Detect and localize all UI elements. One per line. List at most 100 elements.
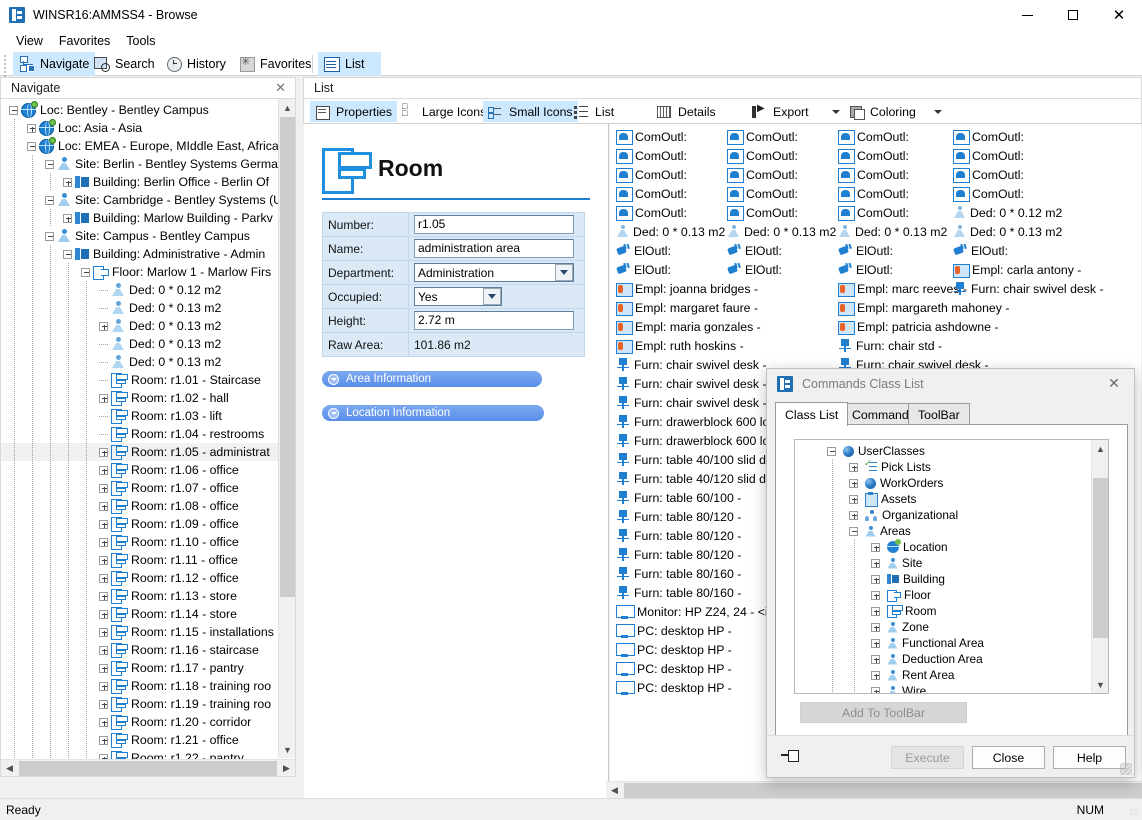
expand-toggle[interactable] — [99, 663, 108, 673]
list-item[interactable]: ComOutl: — [727, 184, 836, 203]
expand-toggle[interactable] — [849, 510, 858, 520]
expand-toggle[interactable] — [849, 478, 858, 488]
list-item[interactable]: ComOutl: — [953, 127, 1104, 146]
expand-toggle[interactable] — [871, 574, 880, 584]
collapse-toggle[interactable] — [45, 159, 54, 169]
tree-item[interactable]: Room: r1.09 - office — [1, 515, 291, 533]
list-item[interactable]: Empl: joanna bridges - — [616, 279, 780, 298]
scroll-right-arrow[interactable]: ▶ — [278, 760, 295, 776]
scroll-thumb[interactable] — [280, 117, 295, 597]
list-item[interactable]: ElOutl: — [727, 260, 836, 279]
number-input[interactable]: r1.05 — [414, 215, 574, 234]
collapse-toggle[interactable] — [45, 195, 54, 205]
tree-item[interactable]: Room: r1.02 - hall — [1, 389, 291, 407]
list-item[interactable]: Furn: table 40/100 slid doo — [616, 450, 780, 469]
expand-toggle[interactable] — [871, 606, 880, 616]
expand-toggle[interactable] — [99, 501, 108, 511]
expand-toggle[interactable] — [871, 622, 880, 632]
expand-toggle[interactable] — [99, 537, 108, 547]
tree-item[interactable]: Ded: 0 * 0.13 m2 — [1, 317, 291, 335]
expand-toggle[interactable] — [871, 654, 880, 664]
list-item[interactable]: Furn: table 80/120 - — [616, 526, 780, 545]
tree-item[interactable]: Room: r1.08 - office — [1, 497, 291, 515]
list-item[interactable]: Empl: margareth mahoney - — [838, 298, 1009, 317]
tree-item[interactable]: Room: r1.17 - pantry — [1, 659, 291, 677]
expand-toggle[interactable] — [871, 558, 880, 568]
list-item[interactable]: ComOutl: — [953, 146, 1104, 165]
resize-grip[interactable] — [1120, 763, 1132, 775]
expand-toggle[interactable] — [99, 393, 108, 403]
chevron-down-icon[interactable] — [483, 288, 501, 305]
expand-toggle[interactable] — [99, 321, 108, 331]
class-tree-item[interactable]: Wire — [797, 683, 984, 693]
class-tree-item[interactable]: UserClasses — [797, 443, 984, 459]
expand-toggle[interactable] — [99, 717, 108, 727]
class-tree-item[interactable]: Organizational — [797, 507, 984, 523]
occupied-select[interactable]: Yes — [414, 287, 502, 306]
button-export[interactable]: Export — [747, 101, 814, 122]
list-item[interactable]: ComOutl: — [727, 146, 836, 165]
class-tree-vscrollbar[interactable]: ▲ ▼ — [1091, 440, 1108, 693]
list-item[interactable]: ComOutl: — [727, 203, 836, 222]
section-location-information[interactable]: Location Information — [322, 405, 544, 421]
chevron-down-icon[interactable] — [555, 264, 573, 281]
button-small-icons[interactable]: Small Icons — [483, 101, 578, 122]
tree-item[interactable]: Ded: 0 * 0.13 m2 — [1, 335, 291, 353]
list-item[interactable]: Furn: drawerblock 600 low — [616, 412, 780, 431]
tab-favorites[interactable]: Favorites — [233, 52, 317, 76]
collapse-toggle[interactable] — [849, 526, 858, 536]
tree-item[interactable]: Floor: Marlow 1 - Marlow Firs — [1, 263, 291, 281]
expand-toggle[interactable] — [99, 483, 108, 493]
expand-toggle[interactable] — [99, 627, 108, 637]
list-item[interactable]: Empl: margaret faure - — [616, 298, 780, 317]
list-item[interactable]: Furn: chair std - — [838, 336, 1009, 355]
list-item[interactable]: Furn: chair swivel desk - — [616, 374, 780, 393]
height-input[interactable]: 2.72 m — [414, 311, 574, 330]
class-tree-item[interactable]: Location — [797, 539, 984, 555]
expand-toggle[interactable] — [99, 681, 108, 691]
tree-item[interactable]: Room: r1.10 - office — [1, 533, 291, 551]
list-item[interactable]: PC: desktop HP - — [616, 678, 780, 697]
expand-toggle[interactable] — [871, 638, 880, 648]
tree-item[interactable]: Building: Administrative - Admin — [1, 245, 291, 263]
tree-item[interactable]: Site: Campus - Bentley Campus — [1, 227, 291, 245]
add-to-toolbar-button[interactable]: Add To ToolBar — [800, 702, 967, 723]
class-tree-item[interactable]: Assets — [797, 491, 984, 507]
class-tree-item[interactable]: Room — [797, 603, 984, 619]
list-item[interactable]: PC: desktop HP - — [616, 659, 780, 678]
class-tree-item[interactable]: Building — [797, 571, 984, 587]
tree-item[interactable]: Room: r1.03 - lift — [1, 407, 291, 425]
tree-item[interactable]: Room: r1.16 - staircase — [1, 641, 291, 659]
navigate-tree[interactable]: Loc: Bentley - Bentley Campus Loc: Asia -… — [0, 99, 296, 777]
scroll-left-arrow[interactable]: ◀ — [606, 782, 623, 799]
list-item[interactable]: Furn: table 80/120 - — [616, 507, 780, 526]
tab-list[interactable]: List — [318, 52, 381, 76]
tree-item[interactable]: Room: r1.05 - administrat — [1, 443, 291, 461]
tree-item[interactable]: Building: Marlow Building - Parkv — [1, 209, 291, 227]
minimize-button[interactable] — [1004, 0, 1050, 30]
expand-toggle[interactable] — [849, 462, 858, 472]
list-item[interactable]: Monitor: HP Z24, 24 - <in — [616, 602, 780, 621]
button-properties[interactable]: Properties — [310, 101, 398, 122]
class-tree-item[interactable]: Site — [797, 555, 984, 571]
expand-toggle[interactable] — [99, 519, 108, 529]
expand-toggle[interactable] — [99, 555, 108, 565]
list-item[interactable]: Furn: table 80/160 - — [616, 583, 780, 602]
list-item[interactable]: ElOutl: — [953, 241, 1104, 260]
window-resize-grip[interactable] — [1129, 807, 1139, 817]
collapse-toggle[interactable] — [63, 249, 72, 259]
tree-item[interactable]: Room: r1.07 - office — [1, 479, 291, 497]
list-item[interactable]: Furn: drawerblock 600 low — [616, 431, 780, 450]
button-coloring[interactable]: Coloring — [844, 101, 921, 122]
class-tree-item[interactable]: Deduction Area — [797, 651, 984, 667]
close-icon[interactable]: ✕ — [272, 80, 289, 96]
collapse-toggle[interactable] — [81, 267, 90, 277]
expand-toggle[interactable] — [99, 645, 108, 655]
scroll-down-arrow[interactable]: ▼ — [279, 741, 295, 758]
close-button[interactable]: ✕ — [1096, 0, 1142, 30]
list-item[interactable]: Furn: table 60/100 - — [616, 488, 780, 507]
tree-item[interactable]: Room: r1.13 - store — [1, 587, 291, 605]
export-dropdown[interactable] — [828, 101, 844, 122]
expand-toggle[interactable] — [99, 447, 108, 457]
expand-toggle[interactable] — [99, 735, 108, 745]
